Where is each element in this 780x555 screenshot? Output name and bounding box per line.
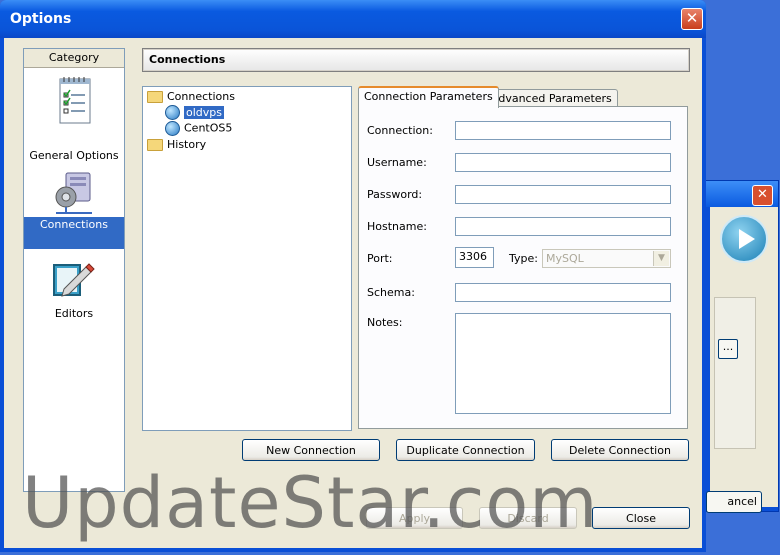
tree-node-label: History bbox=[167, 138, 207, 151]
port-field[interactable]: 3306 bbox=[455, 247, 494, 268]
background-window: ✕ ... ancel bbox=[705, 180, 779, 513]
watermark: UpdateStar.com bbox=[22, 462, 599, 544]
background-window-close-button[interactable]: ✕ bbox=[752, 185, 773, 206]
folder-icon bbox=[147, 139, 163, 151]
close-button[interactable]: Close bbox=[592, 507, 690, 529]
connections-tree[interactable]: Connections oldvps CentOS5 History bbox=[142, 86, 352, 431]
connections-icon-area[interactable] bbox=[24, 169, 124, 217]
tree-node-label: oldvps bbox=[184, 105, 224, 119]
tree-node-centos5[interactable]: CentOS5 bbox=[165, 121, 232, 136]
background-window-body: ... ancel bbox=[706, 207, 778, 513]
username-field[interactable] bbox=[455, 153, 671, 172]
connection-label: Connection: bbox=[367, 124, 433, 137]
username-label: Username: bbox=[367, 156, 427, 169]
tab-connection-parameters[interactable]: Connection Parameters bbox=[358, 86, 499, 108]
background-cancel-button[interactable]: ancel bbox=[706, 491, 762, 513]
tree-node-history[interactable]: History bbox=[147, 138, 206, 151]
connection-parameters-panel: Connection: Username: Password: Hostname… bbox=[358, 106, 688, 429]
new-connection-button[interactable]: New Connection bbox=[242, 439, 380, 461]
delete-connection-button[interactable]: Delete Connection bbox=[551, 439, 689, 461]
play-icon[interactable] bbox=[720, 215, 768, 263]
background-window-panel bbox=[714, 297, 756, 449]
category-item-connections[interactable]: Connections bbox=[24, 217, 124, 249]
schema-label: Schema: bbox=[367, 286, 415, 299]
section-header: Connections bbox=[142, 48, 690, 72]
port-label: Port: bbox=[367, 252, 393, 265]
window-close-button[interactable]: ✕ bbox=[681, 8, 703, 30]
duplicate-connection-button[interactable]: Duplicate Connection bbox=[396, 439, 535, 461]
notes-label: Notes: bbox=[367, 316, 403, 329]
type-select[interactable]: MySQL ▼ bbox=[542, 249, 671, 268]
title-bar[interactable] bbox=[0, 0, 706, 38]
connection-icon bbox=[165, 105, 180, 120]
tree-node-connections[interactable]: Connections bbox=[147, 90, 235, 103]
category-header: Category bbox=[24, 49, 124, 68]
schema-field[interactable] bbox=[455, 283, 671, 302]
browse-button[interactable]: ... bbox=[718, 339, 738, 359]
section-title: Connections bbox=[149, 53, 226, 66]
category-item-label: Connections bbox=[40, 218, 108, 231]
pencil-icon bbox=[53, 263, 95, 297]
chevron-down-icon: ▼ bbox=[653, 251, 669, 266]
category-item-label: General Options bbox=[29, 149, 119, 162]
password-label: Password: bbox=[367, 188, 423, 201]
category-item-editors[interactable]: Editors bbox=[24, 255, 124, 331]
server-icon bbox=[55, 172, 92, 214]
connection-field[interactable] bbox=[455, 121, 671, 140]
connection-icon bbox=[165, 121, 180, 136]
notes-textarea[interactable] bbox=[455, 313, 671, 414]
type-label: Type: bbox=[509, 252, 538, 265]
tree-node-label: Connections bbox=[167, 90, 235, 103]
category-item-general-options[interactable]: General Options bbox=[24, 69, 124, 179]
hostname-field[interactable] bbox=[455, 217, 671, 236]
window-title: Options bbox=[10, 11, 72, 27]
category-item-label: Editors bbox=[54, 307, 94, 320]
notepad-icon bbox=[59, 77, 91, 124]
folder-icon bbox=[147, 91, 163, 103]
tree-node-label: CentOS5 bbox=[184, 121, 233, 135]
category-panel: Category General Options Connections Edi… bbox=[23, 48, 125, 492]
type-select-value: MySQL bbox=[546, 252, 584, 265]
password-field[interactable] bbox=[455, 185, 671, 204]
hostname-label: Hostname: bbox=[367, 220, 427, 233]
tree-node-oldvps[interactable]: oldvps bbox=[165, 105, 224, 120]
